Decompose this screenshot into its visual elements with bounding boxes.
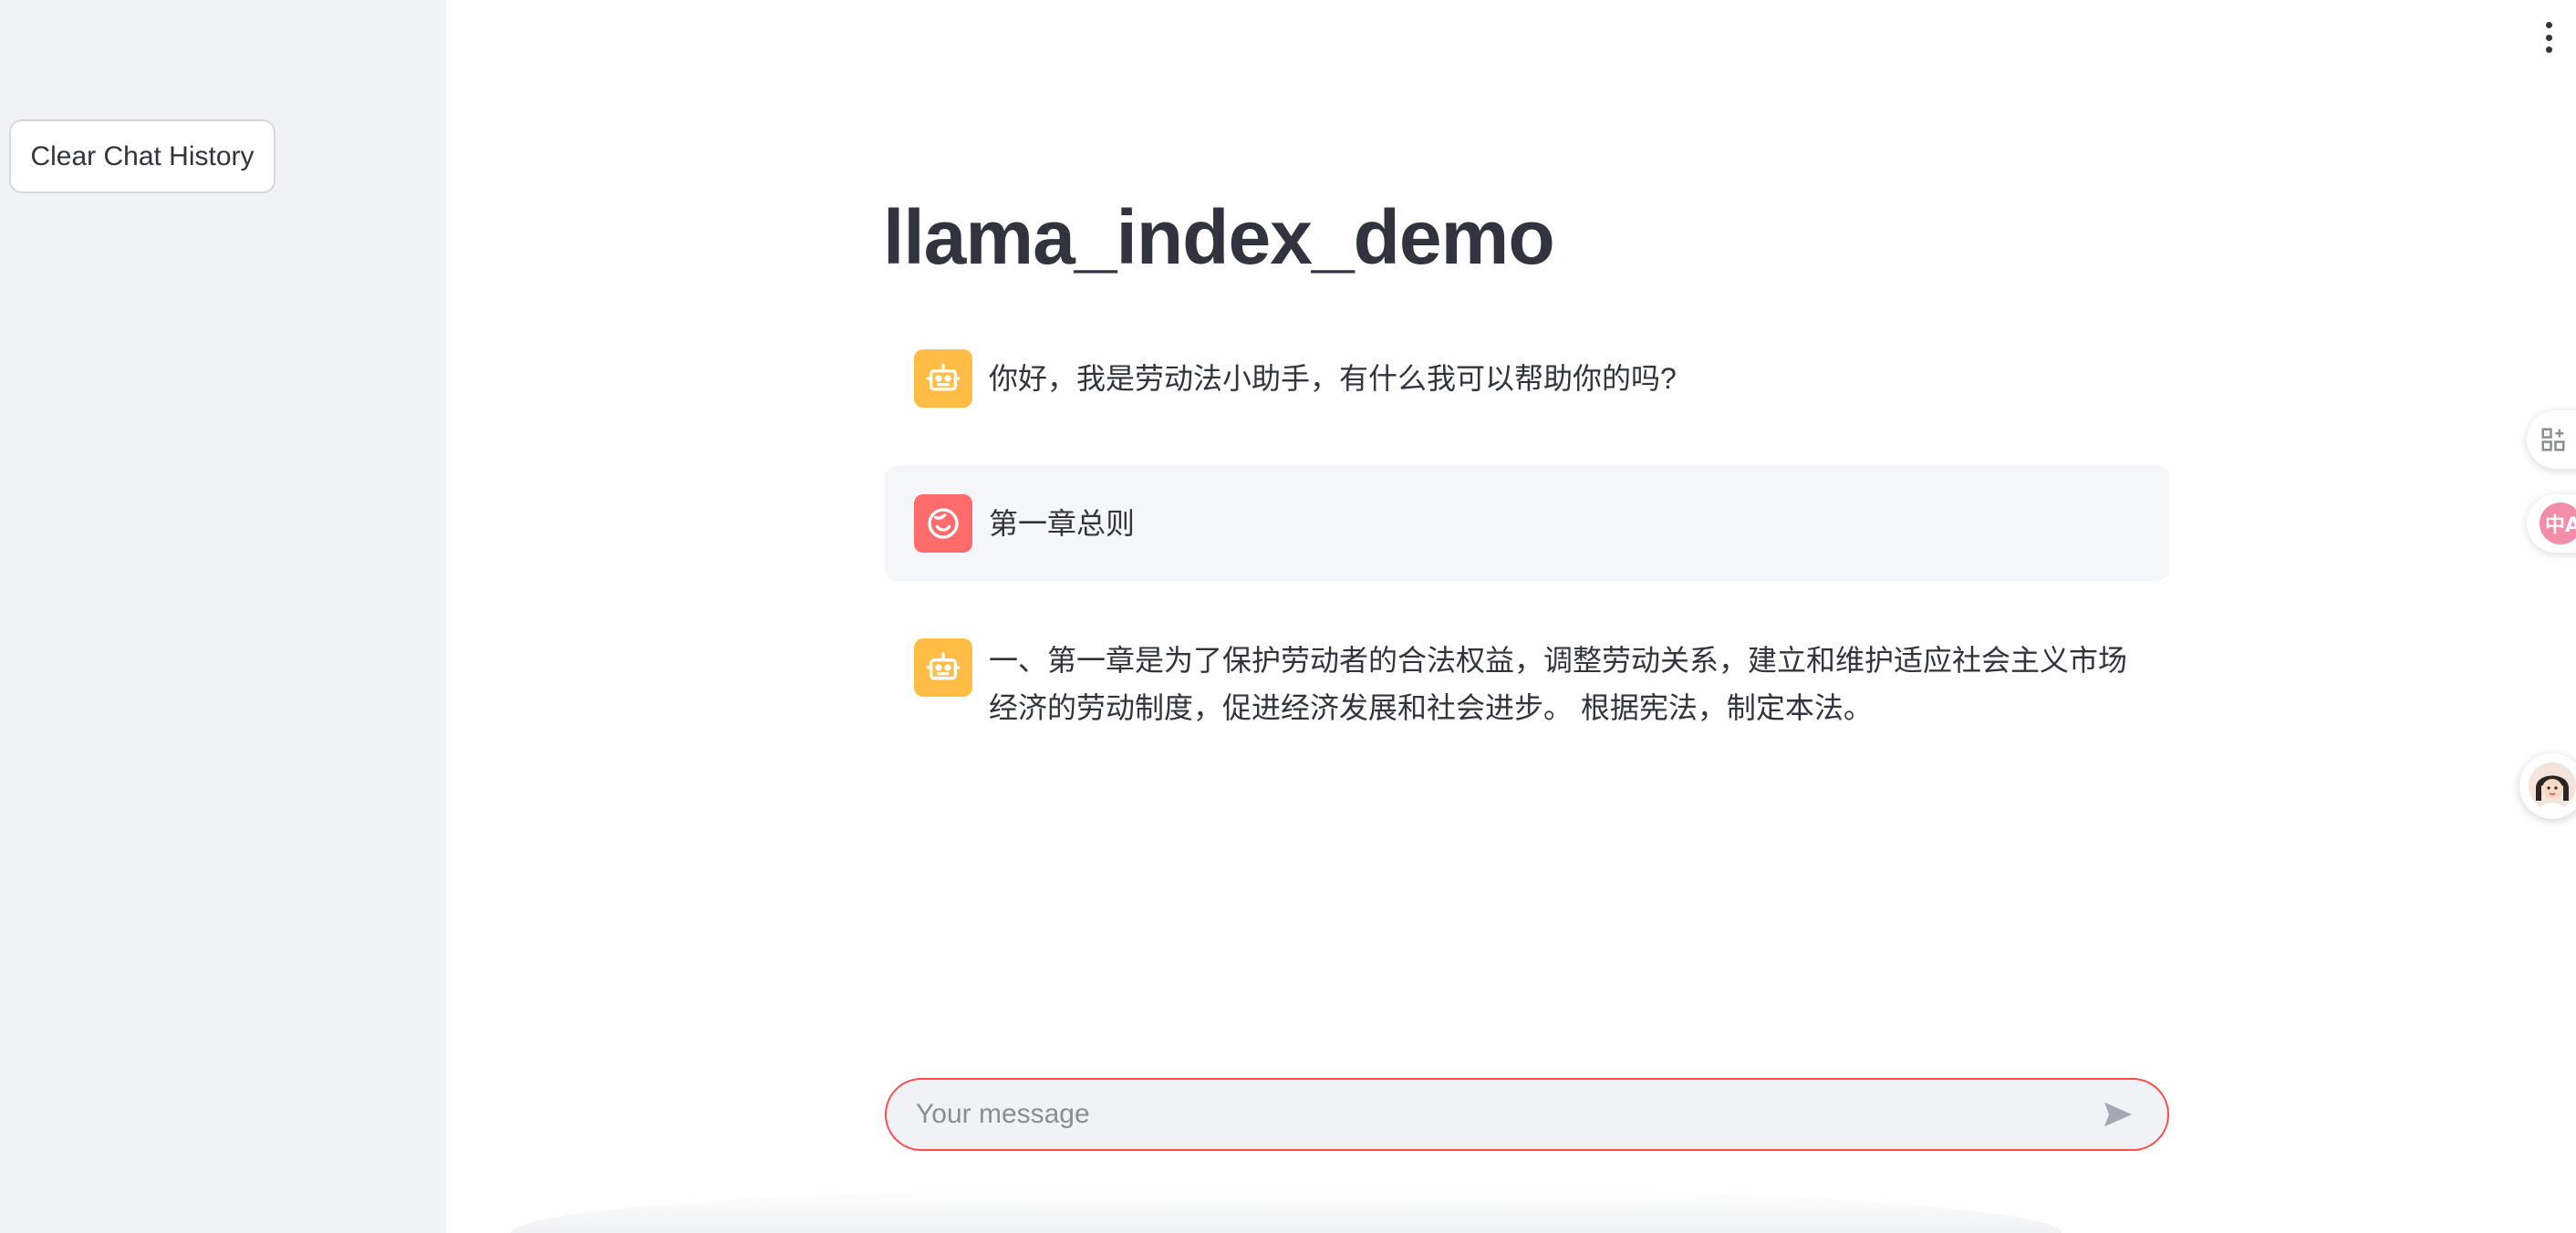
message-text: 一、第一章是为了保护劳动者的合法权益，调整劳动关系，建立和维护适应社会主义市场经… (989, 644, 2128, 724)
send-icon[interactable] (2091, 1087, 2145, 1142)
robot-icon (914, 638, 972, 697)
smiley-face-icon (914, 493, 972, 553)
app-window: Clear Chat History llama_index_demo 你好，我… (0, 0, 2576, 1233)
kebab-menu-icon[interactable] (2540, 22, 2558, 53)
message-text: 你好，我是劳动法小助手，有什么我可以帮助你的吗? (989, 362, 1677, 395)
chat-message-assistant: 你好，我是劳动法小助手，有什么我可以帮助你的吗? (885, 349, 2169, 408)
page-title: llama_index_demo (883, 194, 1555, 280)
message-text: 第一章总则 (989, 506, 1136, 540)
sidebar: Clear Chat History (0, 0, 446, 1233)
chat-message-user: 第一章总则 (885, 465, 2169, 581)
main-content (446, 0, 2576, 1233)
clear-chat-history-button[interactable]: Clear Chat History (9, 119, 275, 193)
chat-message-input[interactable] (887, 1080, 2091, 1149)
translate-label: 中A (2540, 503, 2576, 544)
chat-input-container (885, 1078, 2169, 1151)
robot-icon (914, 349, 972, 408)
chat-message-assistant: 一、第一章是为了保护劳动者的合法权益，调整劳动关系，建立和维护适应社会主义市场经… (885, 638, 2169, 731)
assistant-avatar-icon[interactable] (2519, 753, 2576, 819)
